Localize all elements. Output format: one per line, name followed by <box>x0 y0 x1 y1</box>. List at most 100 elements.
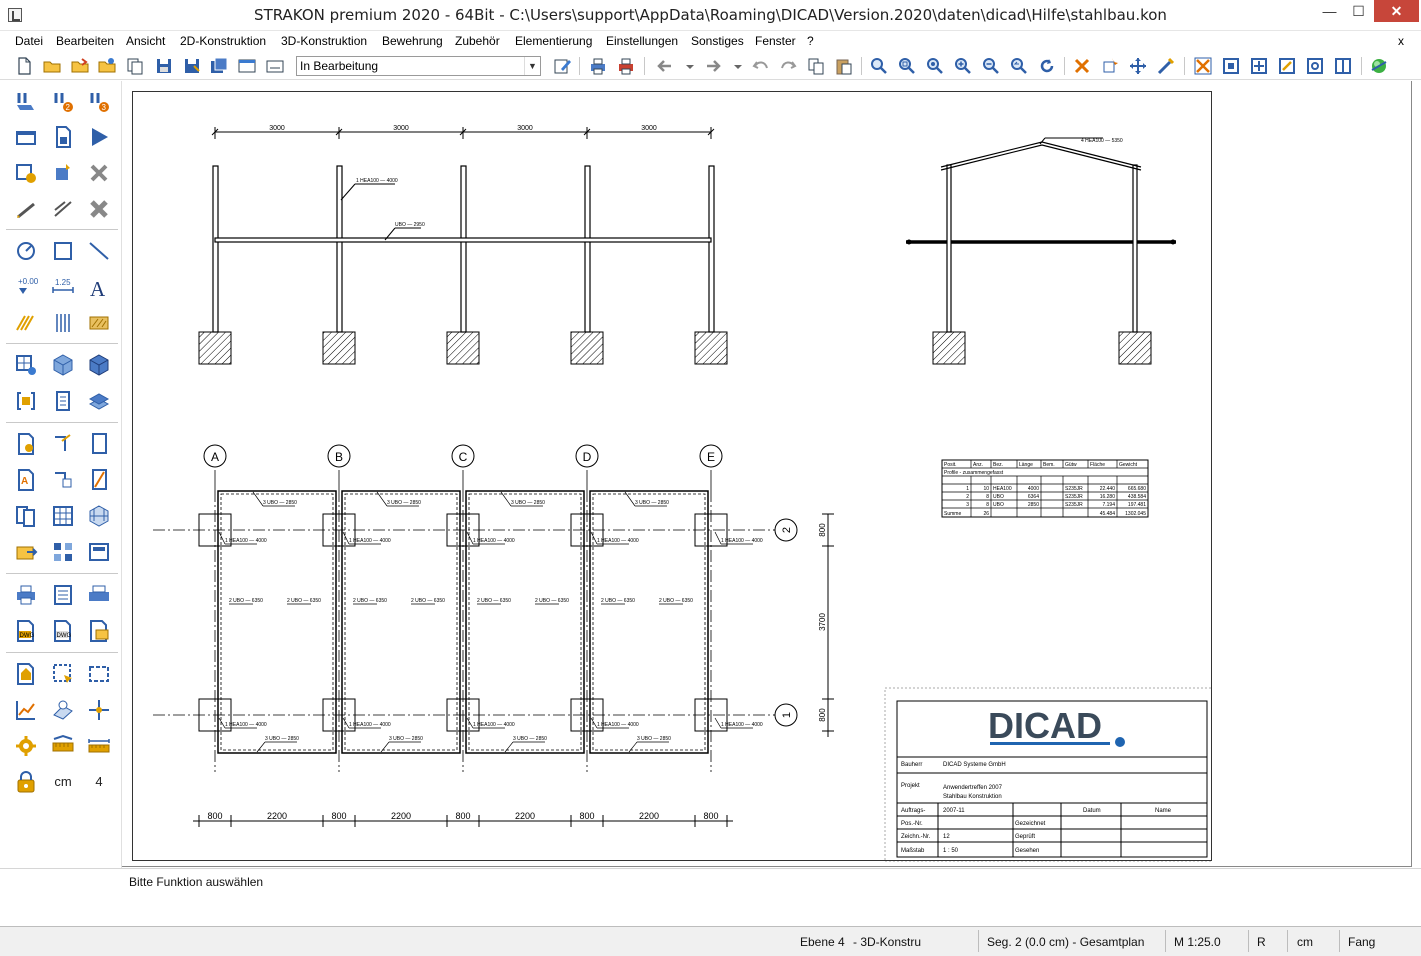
table-tool-icon[interactable] <box>13 352 39 378</box>
section-2-icon[interactable] <box>50 467 76 493</box>
menu-zubehoer[interactable]: Zubehör <box>455 34 500 48</box>
zoom-previous-icon[interactable] <box>1009 56 1029 76</box>
undo-icon[interactable] <box>751 56 771 76</box>
status-r[interactable]: R <box>1257 932 1266 952</box>
edit-element-icon[interactable] <box>13 160 39 186</box>
refresh-icon[interactable] <box>1037 56 1057 76</box>
save-all-icon[interactable] <box>209 56 229 76</box>
viewport-icon[interactable] <box>86 661 112 687</box>
measure-icon[interactable] <box>1156 56 1176 76</box>
minimize-button[interactable]: — <box>1316 0 1343 22</box>
layout-view-icon[interactable] <box>50 697 76 723</box>
maximize-button[interactable]: ☐ <box>1345 0 1372 22</box>
delete-icon[interactable] <box>86 196 112 222</box>
new-file-icon[interactable] <box>14 56 34 76</box>
snap-cross-icon[interactable] <box>1072 56 1092 76</box>
unit-label[interactable]: cm <box>50 769 76 795</box>
properties-2-icon[interactable]: 2 <box>50 89 76 115</box>
properties-3-icon[interactable]: 3 <box>86 89 112 115</box>
elevation-mark-icon[interactable]: +0.00 <box>13 274 39 300</box>
dwg-import-icon[interactable]: DWG <box>50 618 76 644</box>
print-icon[interactable] <box>588 56 608 76</box>
select-elements-icon[interactable] <box>50 160 76 186</box>
text-tool-icon[interactable]: A <box>86 274 112 301</box>
diagonal-page-icon[interactable] <box>86 467 112 493</box>
layer-number[interactable]: 4 <box>86 769 112 795</box>
open-project-icon[interactable] <box>97 56 117 76</box>
edit-pencil-icon[interactable] <box>552 56 572 76</box>
ruler-icon[interactable] <box>50 733 76 759</box>
zoom-window-icon[interactable] <box>897 56 917 76</box>
open-recent-icon[interactable] <box>70 56 90 76</box>
circle-tool-icon[interactable] <box>13 238 39 264</box>
drawing-canvas[interactable]: 3000 3000 3000 3000 1 HEA100 — 4000 UBO … <box>133 92 1213 862</box>
snap-point-icon[interactable] <box>1100 56 1120 76</box>
zoom-out-icon[interactable] <box>981 56 1001 76</box>
grid-icon[interactable] <box>50 503 76 529</box>
select-rotate-icon[interactable] <box>1305 56 1325 76</box>
menu-bewehrung[interactable]: Bewehrung <box>382 34 443 48</box>
page-icon[interactable] <box>86 431 112 457</box>
status-snap[interactable]: Fang <box>1348 932 1375 952</box>
close-button[interactable]: ✕ <box>1374 0 1419 22</box>
menu-elementierung[interactable]: Elementierung <box>515 34 592 48</box>
menu-2d-konstruktion[interactable]: 2D-Konstruktion <box>180 34 266 48</box>
hatch-lines-icon[interactable] <box>13 310 39 336</box>
drawing-area[interactable]: 3000 3000 3000 3000 1 HEA100 — 4000 UBO … <box>122 81 1421 868</box>
zoom-in-icon[interactable] <box>953 56 973 76</box>
menu-3d-konstruktion[interactable]: 3D-Konstruktion <box>281 34 367 48</box>
menu-sonstiges[interactable]: Sonstiges <box>691 34 744 48</box>
dwg-export-icon[interactable]: DWG <box>13 618 39 644</box>
drawing-sheet[interactable]: 3000 3000 3000 3000 1 HEA100 — 4000 UBO … <box>132 91 1213 862</box>
scale-ruler-icon[interactable] <box>86 733 112 759</box>
chart-icon[interactable] <box>13 697 39 723</box>
menu-datei[interactable]: Datei <box>15 34 43 48</box>
printer-icon[interactable] <box>86 582 112 608</box>
crosshair-icon[interactable] <box>86 697 112 723</box>
select-mirror-icon[interactable] <box>1333 56 1353 76</box>
format-icon[interactable]: A <box>13 467 39 493</box>
document-icon[interactable] <box>50 124 76 150</box>
save-icon[interactable] <box>154 56 174 76</box>
hatch-vertical-icon[interactable] <box>50 310 76 336</box>
draw-line-icon[interactable] <box>13 196 39 222</box>
pages-icon[interactable] <box>13 503 39 529</box>
properties-icon[interactable] <box>13 89 39 115</box>
open-folder-icon[interactable] <box>42 56 62 76</box>
copy-page-icon[interactable] <box>125 56 145 76</box>
dimension-icon[interactable]: 1.25 <box>50 274 76 300</box>
redo-icon[interactable] <box>778 56 798 76</box>
gear-icon[interactable] <box>13 733 39 759</box>
menu-einstellungen[interactable]: Einstellungen <box>606 34 678 48</box>
paste-icon[interactable] <box>834 56 854 76</box>
menu-ansicht[interactable]: Ansicht <box>126 34 165 48</box>
list-doc-icon[interactable] <box>50 388 76 414</box>
window-icon[interactable] <box>237 56 257 76</box>
select-window-icon[interactable] <box>1221 56 1241 76</box>
chevron-down-icon[interactable] <box>728 56 742 76</box>
grid-3d-icon[interactable] <box>86 503 112 529</box>
bracket-icon[interactable] <box>13 388 39 414</box>
select-move-icon[interactable] <box>1249 56 1269 76</box>
plan-settings-icon[interactable] <box>13 661 39 687</box>
menu-bearbeiten[interactable]: Bearbeiten <box>56 34 114 48</box>
status-unit[interactable]: cm <box>1297 932 1313 952</box>
play-icon[interactable] <box>86 124 112 150</box>
settings-doc-icon[interactable] <box>13 431 39 457</box>
trim-icon[interactable] <box>50 196 76 222</box>
save-as-icon[interactable] <box>182 56 202 76</box>
mdi-close-button[interactable]: x <box>1398 34 1404 48</box>
status-layer[interactable]: Ebene 4 <box>800 932 845 952</box>
arrow-right-icon[interactable] <box>703 56 723 76</box>
menu-fenster[interactable]: Fenster <box>755 34 796 48</box>
chevron-down-icon[interactable]: ▼ <box>524 57 540 75</box>
arrange-icon[interactable] <box>50 539 76 565</box>
cube-icon[interactable] <box>50 352 76 378</box>
zoom-icon[interactable] <box>869 56 889 76</box>
arrow-left-icon[interactable] <box>655 56 675 76</box>
chevron-down-icon[interactable] <box>680 56 694 76</box>
export-icon[interactable] <box>13 539 39 565</box>
3d-view-icon[interactable] <box>1369 56 1389 76</box>
status-segment[interactable]: Seg. 2 (0.0 cm) - Gesamtplan <box>987 932 1144 952</box>
delete-tool-icon[interactable] <box>86 160 112 186</box>
